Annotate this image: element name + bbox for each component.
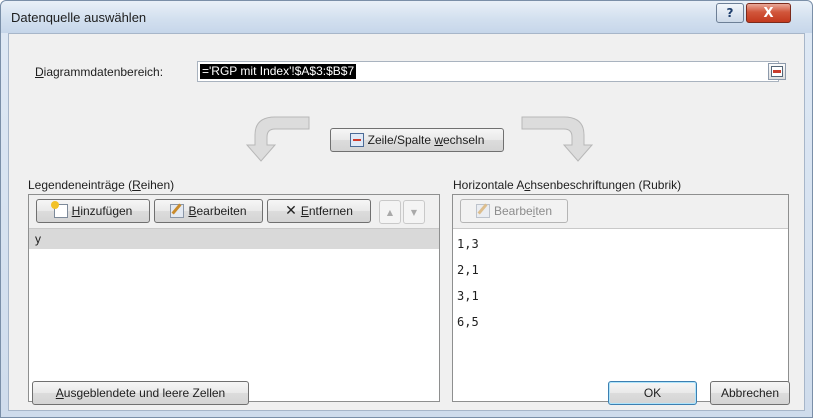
- move-up-button[interactable]: ▲: [379, 200, 401, 224]
- curved-arrow-right-icon: [521, 116, 594, 162]
- remove-icon: ✕: [285, 203, 297, 219]
- legend-entries-heading: Legendeneinträge (Reihen): [28, 178, 175, 192]
- category-labels-panel: Bearbeiten 1,3 2,1 3,1 6,5: [452, 194, 789, 402]
- title-bar[interactable]: Datenquelle auswählen ? X: [1, 1, 812, 33]
- data-range-label: Diagrammdatenbereich:: [35, 65, 164, 79]
- close-button[interactable]: X: [746, 3, 791, 23]
- close-icon: X: [763, 5, 774, 21]
- help-icon: ?: [726, 6, 734, 20]
- switch-row-column-button[interactable]: Zeile/Spalte wechseln: [330, 128, 504, 152]
- cancel-button[interactable]: Abbrechen: [710, 381, 790, 405]
- data-range-input[interactable]: ='RGP mit Index'!$A$3:$B$7: [197, 61, 779, 82]
- collapse-range-button[interactable]: [768, 63, 786, 80]
- category-item[interactable]: 6,5: [457, 315, 479, 329]
- add-series-button[interactable]: Hinzufügen: [36, 199, 150, 223]
- legend-toolbar: Hinzufügen Bearbeiten ✕ Entfernen ▲ ▼: [29, 195, 439, 229]
- curved-arrow-left-icon: [245, 116, 310, 162]
- remove-series-button[interactable]: ✕ Entfernen: [267, 199, 371, 223]
- legend-entry-label: y: [35, 232, 41, 246]
- ok-button[interactable]: OK: [608, 381, 697, 405]
- legend-entry-row[interactable]: y: [29, 229, 439, 249]
- edit-series-button[interactable]: Bearbeiten: [154, 199, 263, 223]
- legend-entries-panel: Hinzufügen Bearbeiten ✕ Entfernen ▲ ▼ y: [28, 194, 440, 402]
- add-icon: [50, 201, 68, 218]
- category-toolbar: Bearbeiten: [453, 195, 788, 229]
- category-labels-heading: Horizontale Achsenbeschriftungen (Rubrik…: [453, 178, 682, 192]
- help-button[interactable]: ?: [716, 3, 744, 23]
- category-item[interactable]: 1,3: [457, 237, 479, 251]
- category-item[interactable]: 3,1: [457, 289, 479, 303]
- data-range-value: ='RGP mit Index'!$A$3:$B$7: [200, 64, 357, 79]
- edit-categories-button[interactable]: Bearbeiten: [460, 199, 568, 223]
- switch-row-column-icon: [349, 133, 364, 147]
- edit-icon: [475, 204, 490, 218]
- arrow-up-icon: ▲: [386, 207, 394, 217]
- arrow-down-icon: ▼: [410, 207, 418, 217]
- edit-icon: [170, 204, 185, 218]
- move-down-button[interactable]: ▼: [403, 200, 425, 224]
- dialog-title: Datenquelle auswählen: [11, 10, 147, 25]
- dialog-body: Diagrammdatenbereich: ='RGP mit Index'!$…: [8, 33, 805, 411]
- hidden-empty-cells-button[interactable]: Ausgeblendete und leere Zellen: [32, 381, 249, 405]
- category-item[interactable]: 2,1: [457, 263, 479, 277]
- dialog-window: Datenquelle auswählen ? X Diagrammdatenb…: [0, 0, 813, 418]
